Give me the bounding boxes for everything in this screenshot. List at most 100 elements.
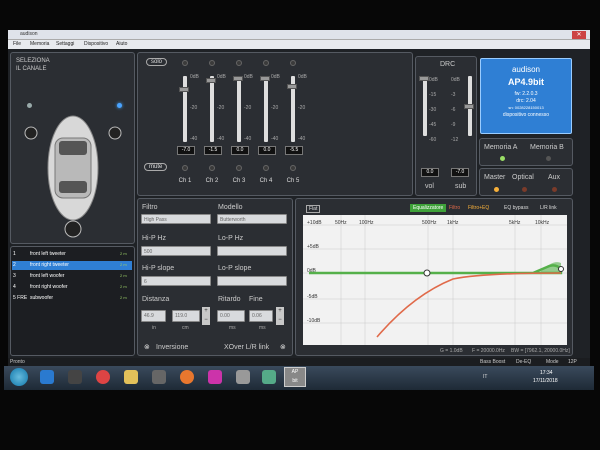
start-button-icon[interactable] xyxy=(10,368,28,386)
channel-tag: 2 m xyxy=(120,262,127,267)
solo-knob[interactable] xyxy=(209,60,215,66)
channel-row[interactable]: 5 FRE subwoofer 2 m xyxy=(12,294,132,303)
app-icon-3[interactable] xyxy=(262,370,276,384)
mute-button[interactable]: mute xyxy=(144,163,168,171)
solo-button[interactable]: solo xyxy=(146,58,168,66)
lr-link-option[interactable]: L/R link xyxy=(540,205,557,211)
mute-knob[interactable] xyxy=(290,165,296,171)
solo-knob[interactable] xyxy=(290,60,296,66)
fader-thumb[interactable] xyxy=(287,84,297,89)
distanza-stepper[interactable]: + − xyxy=(202,307,210,325)
source-master[interactable]: Master xyxy=(484,174,505,181)
fader-scale-label: -20 xyxy=(298,105,306,111)
eq-band-handle[interactable] xyxy=(423,269,431,277)
drc-vol-fader[interactable] xyxy=(419,76,429,136)
bass-boost-label: Bass Boost xyxy=(480,359,506,365)
channel-gain-value[interactable]: -1.5 xyxy=(204,146,222,155)
modello-select[interactable]: Butterworth xyxy=(217,214,287,224)
ritardo-input[interactable]: 0.00 xyxy=(217,310,245,322)
hip-hz-input[interactable]: 500 xyxy=(141,246,211,256)
channel-fader[interactable] xyxy=(287,76,297,142)
tweeter-left-icon[interactable] xyxy=(27,103,32,108)
mute-knob[interactable] xyxy=(209,165,215,171)
channel-fader[interactable] xyxy=(206,76,216,142)
language-indicator[interactable]: IT xyxy=(483,374,487,380)
fader-thumb[interactable] xyxy=(233,76,243,81)
lop-slope-select[interactable] xyxy=(217,276,287,286)
clock-date[interactable]: 17/11/2018 xyxy=(533,378,558,384)
memory-a-button[interactable]: Memoria A xyxy=(484,144,517,151)
xover-link-icon[interactable]: ⊗ xyxy=(280,343,286,351)
memory-a-led xyxy=(500,156,505,161)
filtro-tab[interactable]: Filtro xyxy=(449,205,460,211)
app-icon-1[interactable] xyxy=(152,370,166,384)
clock-time[interactable]: 17:34 xyxy=(540,370,553,376)
tweeter-right-icon[interactable] xyxy=(117,103,122,108)
filtro-eq-option[interactable]: Filtro+EQ xyxy=(468,205,489,211)
eq-bypass-option[interactable]: EQ bypass xyxy=(504,205,528,211)
close-icon[interactable]: ✕ xyxy=(572,31,586,39)
source-optical[interactable]: Optical xyxy=(512,174,534,181)
speaker-front-right-icon[interactable] xyxy=(108,126,122,140)
fine-input[interactable]: 0.06 xyxy=(249,310,273,322)
hip-slope-select[interactable]: 6 xyxy=(141,276,211,286)
channel-row[interactable]: 1 front left tweeter 2 m xyxy=(12,250,132,259)
source-aux[interactable]: Aux xyxy=(548,174,560,181)
hip-slope-label: Hi-P slope xyxy=(142,265,175,272)
chrome-icon[interactable] xyxy=(96,370,110,384)
mute-knob[interactable] xyxy=(236,165,242,171)
firefox-icon[interactable] xyxy=(180,370,194,384)
media-icon[interactable] xyxy=(68,370,82,384)
ie-icon[interactable] xyxy=(40,370,54,384)
solo-knob[interactable] xyxy=(236,60,242,66)
inversione-icon[interactable]: ⊗ xyxy=(144,343,150,351)
mode-label: Mode xyxy=(546,359,559,365)
channel-gain-value[interactable]: 0.0 xyxy=(231,146,249,155)
filtro-select[interactable]: High Pass xyxy=(141,214,211,224)
audison-taskbar-button[interactable]: AP bit xyxy=(284,367,306,387)
drc-vol-value[interactable]: 0.0 xyxy=(421,168,439,177)
lop-hz-input[interactable] xyxy=(217,246,287,256)
device-brand: audison xyxy=(511,65,541,74)
fine-stepper[interactable]: + − xyxy=(276,307,284,325)
channel-fader[interactable] xyxy=(179,76,189,142)
solo-knob[interactable] xyxy=(182,60,188,66)
status-bar: Pronto Bass Boost De-EQ Mode 12P xyxy=(8,358,590,366)
eq-graph[interactable]: 50Hz 100Hz 500Hz 1kHz 5kHz 10kHz+10dB+5dB0dB-… xyxy=(303,215,567,345)
solo-knob[interactable] xyxy=(263,60,269,66)
subwoofer-icon[interactable] xyxy=(64,220,82,238)
memory-b-button[interactable]: Memoria B xyxy=(530,144,564,151)
fader-thumb[interactable] xyxy=(419,76,429,81)
fader-thumb[interactable] xyxy=(260,76,270,81)
distanza-in-input[interactable]: 46.9 xyxy=(141,310,166,322)
menu-memoria[interactable]: Memoria xyxy=(30,41,49,47)
app-icon-2[interactable] xyxy=(236,370,250,384)
drc-sub-value[interactable]: -7.0 xyxy=(451,168,469,177)
channel-gain-value[interactable]: -7.0 xyxy=(177,146,195,155)
distanza-cm-input[interactable]: 119.0 xyxy=(172,310,200,322)
channel-row[interactable]: 2 front right tweeter 2 m xyxy=(12,261,132,270)
mute-knob[interactable] xyxy=(182,165,188,171)
mute-knob[interactable] xyxy=(263,165,269,171)
eq-band-handle[interactable] xyxy=(558,266,564,272)
paint-icon[interactable] xyxy=(208,370,222,384)
flat-button[interactable]: Flat xyxy=(306,205,321,213)
speaker-front-left-icon[interactable] xyxy=(24,126,38,140)
channel-gain-value[interactable]: 0.0 xyxy=(258,146,276,155)
fader-thumb[interactable] xyxy=(206,78,216,83)
channel-row[interactable]: 4 front right woofer 2 m xyxy=(12,283,132,292)
fader-scale-label: 0dB xyxy=(244,74,253,80)
equalizzatore-tab[interactable]: Equalizzatore xyxy=(410,204,447,212)
channel-gain-value[interactable]: -5.5 xyxy=(285,146,303,155)
menu-settaggi[interactable]: Settaggi xyxy=(56,41,74,47)
menu-aiuto[interactable]: Aiuto xyxy=(116,41,127,47)
fader-thumb[interactable] xyxy=(464,104,474,109)
channel-fader[interactable] xyxy=(233,76,243,142)
menu-dispositivo[interactable]: Dispositivo xyxy=(84,41,108,47)
menu-file[interactable]: File xyxy=(13,41,21,47)
fader-thumb[interactable] xyxy=(179,87,189,92)
drc-sub-fader[interactable] xyxy=(464,76,474,136)
explorer-icon[interactable] xyxy=(124,370,138,384)
channel-fader[interactable] xyxy=(260,76,270,142)
channel-row[interactable]: 3 front left woofer 2 m xyxy=(12,272,132,281)
